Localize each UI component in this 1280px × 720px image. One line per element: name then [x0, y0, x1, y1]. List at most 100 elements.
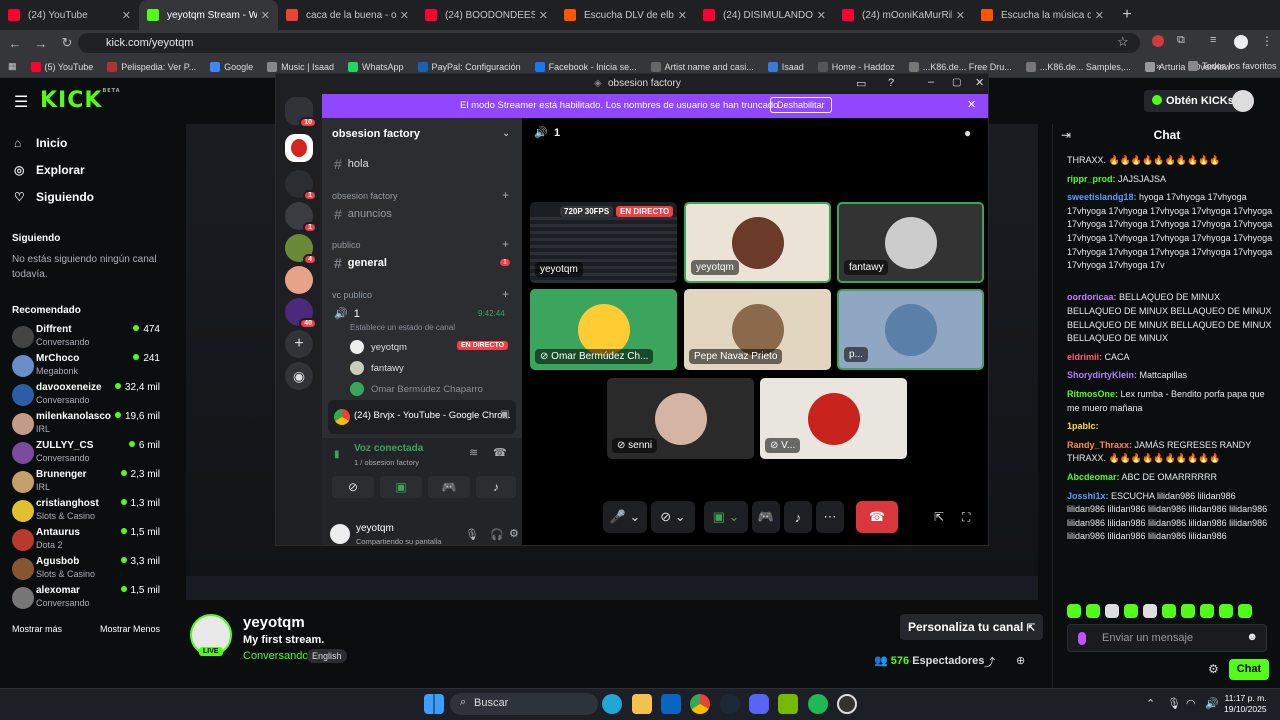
headphones-icon[interactable]: 🎧 — [490, 528, 504, 541]
chrome-icon[interactable] — [690, 694, 710, 714]
soundboard-button[interactable]: ♪ — [476, 476, 516, 498]
share-icon[interactable]: ⤴ — [984, 654, 995, 670]
channel-hola[interactable]: # hola — [334, 156, 369, 172]
close-icon[interactable]: ✕ — [539, 9, 548, 22]
camera-off-button[interactable]: ⊘ — [332, 476, 374, 498]
browser-tab[interactable]: (24) BOODÓNDEESTÁS! (✕ — [417, 0, 556, 30]
bookmark[interactable]: ...K86.de... Free Dru... — [908, 61, 1012, 72]
close-icon[interactable]: ✕ — [817, 9, 826, 22]
close-icon[interactable]: ✕ — [956, 9, 965, 22]
bookmark[interactable]: ...K86.de... Samples,... — [1025, 61, 1131, 72]
steam-icon[interactable] — [720, 694, 740, 714]
follow-user-icon[interactable]: ⊕ — [1016, 654, 1025, 667]
emote-icon[interactable] — [1219, 604, 1233, 618]
help-icon[interactable]: ? — [888, 77, 894, 89]
recommended-channel[interactable]: Agusbob Slots & Casino 3,3 mil — [12, 556, 160, 586]
emote-icon[interactable] — [1238, 604, 1252, 618]
emoji-icon[interactable]: ☻ — [1246, 631, 1258, 643]
bookmark[interactable]: Artist name and casi... — [650, 61, 754, 72]
close-icon[interactable]: ✕ — [122, 9, 131, 22]
user-tile[interactable]: ⊘ V... — [760, 378, 907, 459]
streamer-name[interactable]: yeyotqm — [243, 614, 305, 631]
close-icon[interactable]: ✕ — [678, 9, 687, 22]
emote-icon[interactable] — [1067, 604, 1081, 618]
windows-start-icon[interactable] — [424, 694, 444, 714]
chat-input[interactable]: Enviar un mensaje ☻ — [1067, 624, 1267, 652]
add-channel-icon[interactable]: + — [502, 287, 509, 301]
category-obsesion-factory[interactable]: obsesion factory — [332, 191, 398, 201]
bookmark[interactable]: (5) YouTube — [30, 61, 93, 72]
browser-tab[interactable]: (24) DISIMULANDO - You✕ — [695, 0, 834, 30]
more-control[interactable]: ⋯ — [816, 501, 844, 533]
chat-username[interactable]: 1pablc: — [1067, 421, 1099, 431]
chevron-down-icon[interactable]: ⌄ — [502, 128, 510, 139]
chat-send-button[interactable]: Chat — [1229, 659, 1269, 680]
more-bookmarks-icon[interactable]: » — [1156, 61, 1161, 71]
emote-icon[interactable] — [1181, 604, 1195, 618]
category-vc-publico[interactable]: vc publico — [332, 290, 372, 300]
server-name[interactable]: obsesion factory — [332, 128, 420, 140]
activity-control[interactable]: 🎮 — [752, 501, 780, 533]
menu-kebab-icon[interactable]: ⋮ — [1261, 34, 1273, 48]
back-icon[interactable]: ← — [4, 36, 26, 51]
soundboard-control[interactable]: ♪ — [784, 501, 812, 533]
recommended-channel[interactable]: milenkanolasco IRL 19,6 mil — [12, 411, 160, 441]
channel-general[interactable]: # general — [334, 255, 387, 271]
nav-following[interactable]: ♡ Siguiendo — [14, 190, 94, 204]
user-tile[interactable]: ⊘ Omar Bermúdez Ch... — [530, 289, 677, 370]
bookmark[interactable]: Facebook - Inicia se... — [534, 61, 637, 72]
taskbar-search[interactable]: ⌕ Buscar — [450, 693, 598, 715]
chat-username[interactable]: Randy_Thraxx: — [1067, 440, 1132, 450]
user-settings-icon[interactable]: ⚙ — [509, 527, 519, 540]
microphone-icon[interactable]: 🎙 — [465, 528, 479, 541]
bookmark[interactable]: Music | Isaad — [267, 61, 334, 72]
chat-username[interactable]: Josshi1x: — [1067, 491, 1109, 501]
server-icon[interactable]: 40 — [285, 298, 317, 329]
hamburger-menu-icon[interactable]: ☰ — [14, 92, 28, 112]
new-tab-button[interactable]: + — [1112, 0, 1142, 30]
chat-bubble-icon[interactable]: ● — [964, 126, 971, 140]
user-avatar[interactable] — [1232, 90, 1254, 112]
address-bar[interactable]: kick.com/yeyotqm — [78, 33, 1140, 53]
media-icon[interactable]: ≡ — [1210, 34, 1216, 46]
emote-icon[interactable] — [1086, 604, 1100, 618]
bookmark[interactable]: Pelispedia: Ver P... — [107, 61, 196, 72]
discord-icon[interactable] — [749, 694, 769, 714]
obs-icon[interactable] — [837, 694, 857, 714]
browser-tab[interactable]: (24) YouTube ✕ — [0, 0, 139, 30]
chat-username[interactable]: oordoricaa: — [1067, 292, 1117, 302]
kick-logo[interactable]: KICKBETA — [40, 88, 121, 113]
wifi-icon[interactable]: ◠ — [1186, 697, 1196, 710]
chat-username[interactable]: RitmosOne: — [1067, 389, 1118, 399]
chat-username[interactable]: ShorydirtyKlein: — [1067, 370, 1137, 380]
language-tag[interactable]: English — [307, 649, 347, 663]
recommended-channel[interactable]: cristianghost Slots & Casino 1,3 mil — [12, 498, 160, 528]
outlook-icon[interactable] — [661, 694, 681, 714]
recommended-channel[interactable]: Antaurus Dota 2 1,5 mil — [12, 527, 160, 557]
recommended-channel[interactable]: MrChoco Megabonk 241 — [12, 353, 160, 383]
recommended-channel[interactable]: alexomar Conversando 1,5 mil — [12, 585, 160, 615]
disable-streamer-mode-button[interactable]: Deshabilitar — [770, 97, 832, 113]
bookmark-star-icon[interactable]: ☆ — [1117, 34, 1129, 50]
voice-user[interactable]: Omar Bermúdez Chaparro — [350, 382, 483, 396]
nav-home[interactable]: ⌂ Inicio — [14, 136, 67, 150]
add-server-icon[interactable]: + — [285, 330, 313, 358]
discord-home-icon[interactable]: 10 — [285, 97, 317, 128]
emote-icon[interactable] — [1124, 604, 1138, 618]
browser-tab-active[interactable]: yeyotqm Stream - Watch✕ — [139, 0, 278, 30]
browser-tab[interactable]: (24) mOoniKaMurRillÖ - ✕ — [834, 0, 973, 30]
discover-icon[interactable]: ◉ — [285, 362, 313, 390]
mic-control[interactable]: 🎤 ⌄ — [603, 501, 647, 533]
all-bookmarks[interactable]: Todos los favoritos — [1188, 61, 1277, 71]
edge-icon[interactable] — [602, 694, 622, 714]
chat-username[interactable]: sweetislandg18: — [1067, 192, 1137, 202]
chat-username[interactable]: rippr_prod: — [1067, 174, 1116, 184]
browser-tab[interactable]: caca de la buena - obse✕ — [278, 0, 417, 30]
user-tile[interactable]: p... — [837, 289, 984, 370]
voice-channel-1[interactable]: 🔊 1 — [334, 307, 360, 321]
forward-icon[interactable]: → — [30, 36, 52, 51]
screenshare-control[interactable]: ▣ ⌄ — [704, 501, 748, 533]
share-screen-button[interactable]: ▣ — [380, 476, 422, 498]
extensions-puzzle-icon[interactable]: ⧉ — [1177, 34, 1185, 47]
popout-icon[interactable]: ⇱ — [934, 510, 944, 524]
